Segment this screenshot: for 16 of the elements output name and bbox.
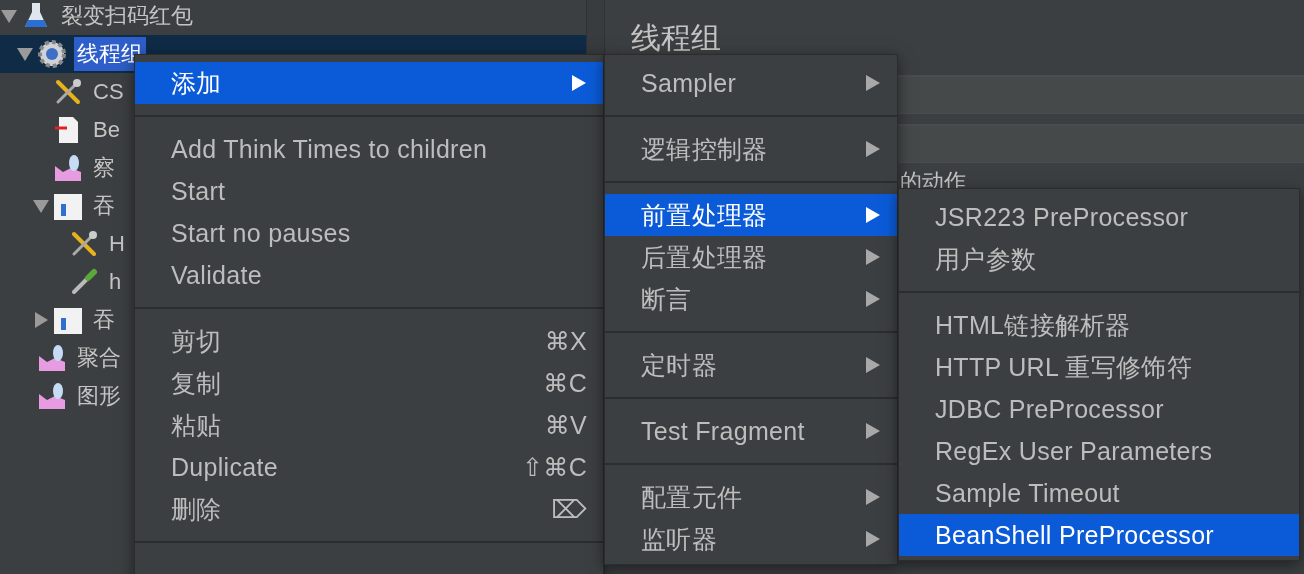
panel-title: 线程组 [631,20,722,56]
tree-item-label: 察 [92,154,116,182]
shortcut-label: ⌘X [544,326,587,356]
tree-item-label: 裂变扫码红包 [60,2,194,30]
shortcut-label: ⌘V [544,410,587,440]
tree-item-label: 吞 [92,306,116,334]
tree-item-label: Be [92,116,121,144]
shortcut-label: ⌦ [551,494,587,524]
tree-item-label: CS [92,78,125,106]
tree-item-label: 吞 [92,192,116,220]
tree-item-label: 图形 [76,382,122,410]
tree-item-label: 聚合 [76,344,122,372]
shortcut-label: ⌘C [543,368,587,398]
tree-item-label: h [108,268,123,296]
shortcut-label: ⇧⌘C [522,452,587,482]
tree-item-label: H [108,230,126,258]
